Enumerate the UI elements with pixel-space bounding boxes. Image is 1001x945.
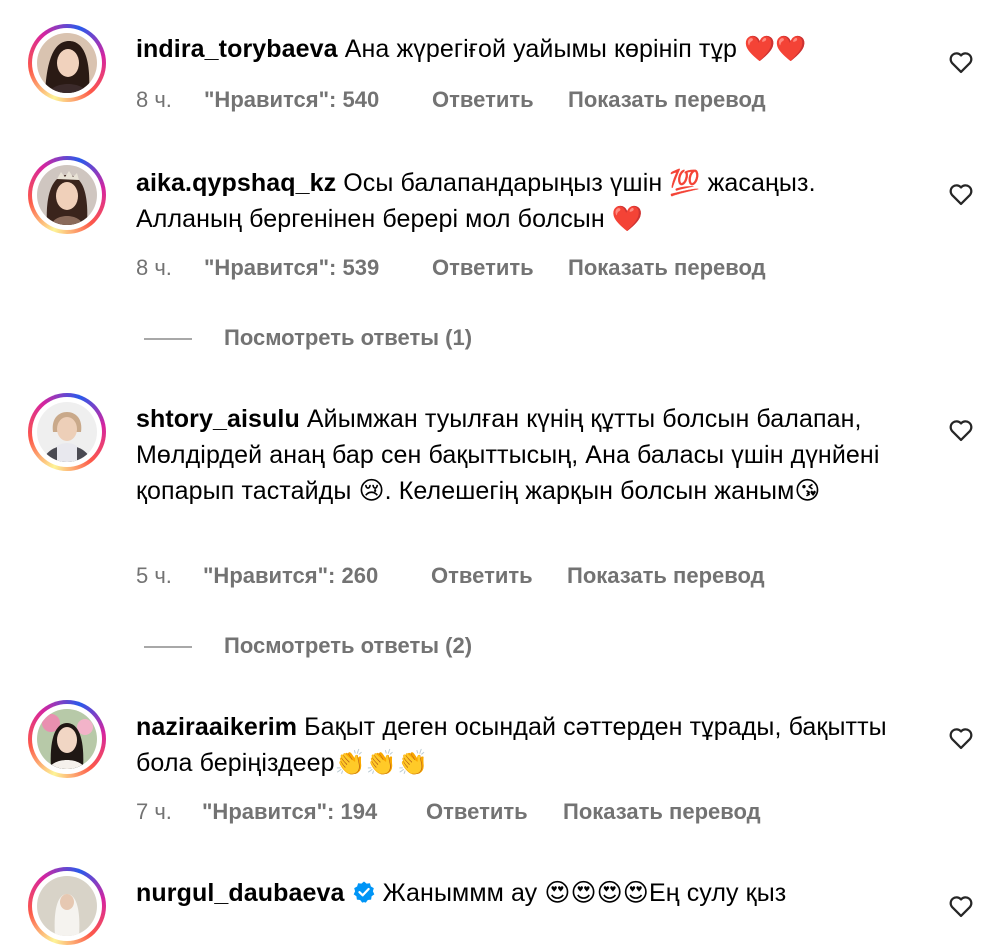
view-replies[interactable]: Посмотреть ответы (2) (144, 631, 544, 661)
heart-outline-icon[interactable] (947, 48, 975, 76)
comment-time[interactable]: 8 ч. (136, 253, 172, 283)
heart-emoji: ❤️❤️ (744, 34, 807, 63)
avatar-story-ring[interactable] (28, 24, 106, 102)
comment-meta: 5 ч. "Нравится": 260 Ответить Показать п… (136, 561, 836, 591)
heart-outline-icon[interactable] (947, 892, 975, 920)
show-translation-button[interactable]: Показать перевод (568, 85, 766, 115)
comment-body: aika.qypshaq_kz Осы балапандарыңыз үшін … (136, 165, 916, 237)
avatar-story-ring[interactable] (28, 867, 106, 945)
heart-emoji: ❤️ (611, 204, 644, 233)
comment-username[interactable]: aika.qypshaq_kz (136, 169, 336, 197)
comment-username[interactable]: naziraaikerim (136, 713, 297, 741)
likes-count[interactable]: "Нравится": 260 (203, 561, 378, 591)
comment-username[interactable]: shtory_aisulu (136, 405, 300, 433)
view-replies-button[interactable]: Посмотреть ответы (1) (224, 323, 472, 353)
comment-meta: 8 ч. "Нравится": 539 Ответить Показать п… (136, 253, 836, 283)
view-replies-button[interactable]: Посмотреть ответы (2) (224, 631, 472, 661)
avatar-story-ring[interactable] (28, 393, 106, 471)
heart-outline-icon[interactable] (947, 416, 975, 444)
reply-button[interactable]: Ответить (426, 797, 528, 827)
avatar[interactable] (37, 33, 97, 93)
avatar[interactable] (37, 165, 97, 225)
show-translation-button[interactable]: Показать перевод (568, 253, 766, 283)
replies-divider (144, 646, 192, 648)
avatar[interactable] (37, 709, 97, 769)
heart-outline-icon[interactable] (947, 724, 975, 752)
reply-button[interactable]: Ответить (432, 253, 534, 283)
verified-badge-icon (353, 881, 374, 903)
comment-text: Ана жүрегіғой уайымы көрініп тұр (344, 35, 745, 63)
comment-body: nurgul_daubaeva Жаныммм ау 😍😍😍😍Ең сулу қ… (136, 875, 936, 911)
comment-meta: 8 ч. "Нравится": 540 Ответить Показать п… (136, 85, 836, 115)
comment-meta: 7 ч. "Нравится": 194 Ответить Показать п… (136, 797, 836, 827)
comment-body: shtory_aisulu Айымжан туылған күнің құтт… (136, 401, 916, 509)
show-translation-button[interactable]: Показать перевод (567, 561, 765, 591)
reply-button[interactable]: Ответить (431, 561, 533, 591)
comment-body: indira_torybaeva Ана жүрегіғой уайымы кө… (136, 31, 916, 67)
show-translation-button[interactable]: Показать перевод (563, 797, 761, 827)
heart-outline-icon[interactable] (947, 180, 975, 208)
likes-count[interactable]: "Нравится": 194 (202, 797, 377, 827)
likes-count[interactable]: "Нравится": 540 (204, 85, 379, 115)
comment-time[interactable]: 8 ч. (136, 85, 172, 115)
comment-username[interactable]: nurgul_daubaeva (136, 879, 345, 907)
comment-body: naziraaikerim Бақыт деген осындай сәттер… (136, 709, 916, 781)
comment-username[interactable]: indira_torybaeva (136, 35, 338, 63)
avatar[interactable] (37, 402, 97, 462)
avatar-story-ring[interactable] (28, 700, 106, 778)
view-replies[interactable]: Посмотреть ответы (1) (144, 323, 544, 353)
comment-time[interactable]: 5 ч. (136, 561, 172, 591)
reply-button[interactable]: Ответить (432, 85, 534, 115)
replies-divider (144, 338, 192, 340)
avatar[interactable] (37, 876, 97, 936)
comment-text: Жаныммм ау 😍😍😍😍Ең сулу қыз (382, 879, 787, 907)
comment-time[interactable]: 7 ч. (136, 797, 172, 827)
avatar-story-ring[interactable] (28, 156, 106, 234)
likes-count[interactable]: "Нравится": 539 (204, 253, 379, 283)
